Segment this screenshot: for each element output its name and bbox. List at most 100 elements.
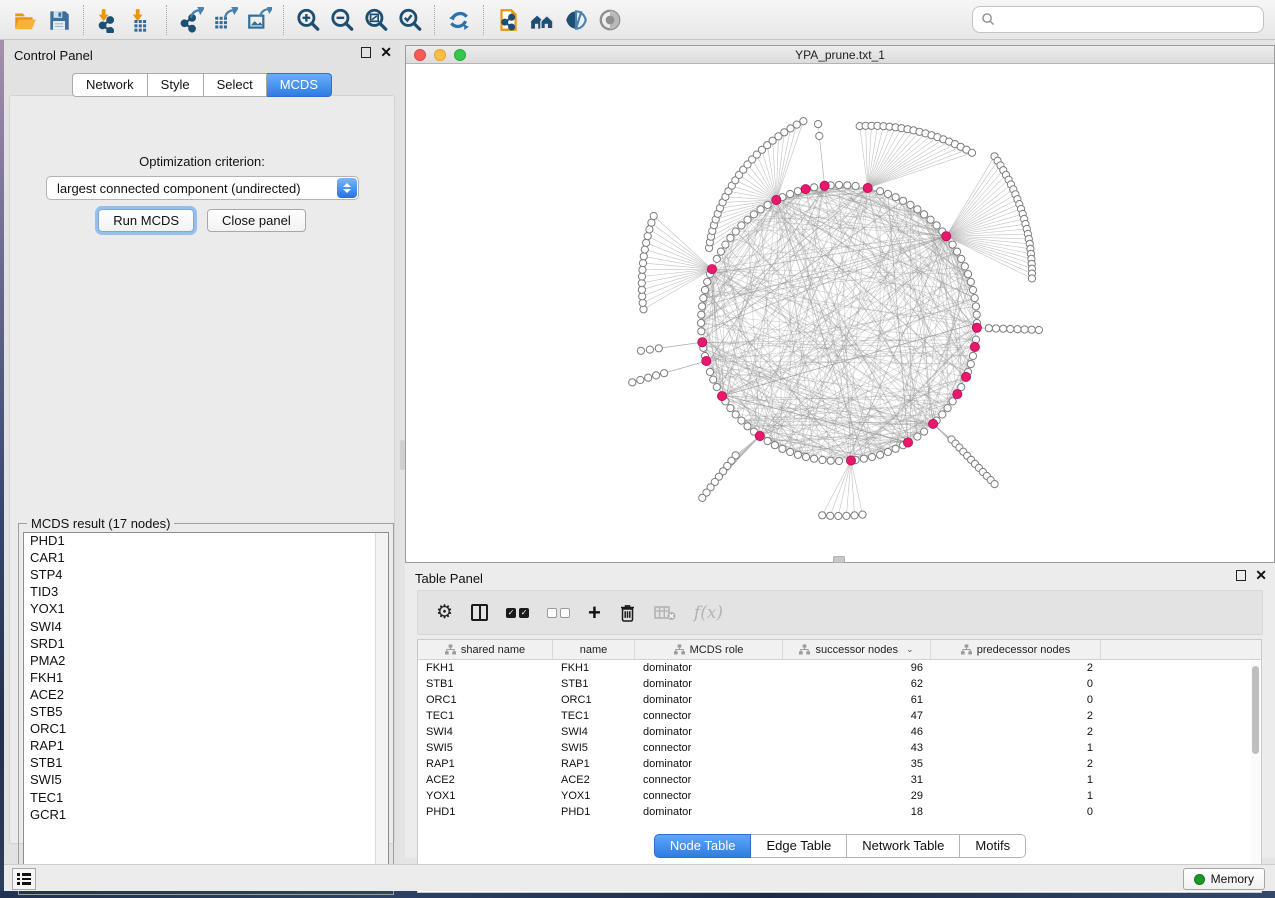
- ring-node[interactable]: [972, 336, 979, 343]
- ring-node[interactable]: [738, 222, 745, 229]
- run-mcds-button[interactable]: Run MCDS: [98, 209, 194, 232]
- satellite-node[interactable]: [835, 512, 842, 519]
- mcds-hub-node[interactable]: [698, 338, 707, 347]
- ring-node[interactable]: [973, 311, 980, 318]
- satellite-node[interactable]: [827, 512, 834, 519]
- satellite-node[interactable]: [985, 325, 992, 332]
- satellite-node[interactable]: [646, 226, 653, 233]
- ring-node[interactable]: [710, 376, 717, 383]
- satellite-node[interactable]: [640, 253, 647, 260]
- ring-node[interactable]: [969, 352, 976, 359]
- table-row[interactable]: STB1STB1dominator620: [418, 676, 1261, 692]
- memory-button[interactable]: Memory: [1183, 868, 1265, 890]
- ring-node[interactable]: [921, 211, 928, 218]
- satellite-node[interactable]: [653, 372, 660, 379]
- ring-node[interactable]: [732, 228, 739, 235]
- mcds-hub-node[interactable]: [970, 342, 979, 351]
- float-table-panel-icon[interactable]: [1236, 570, 1246, 581]
- mcds-result-item[interactable]: PHD1: [24, 533, 388, 550]
- mcds-result-item[interactable]: ORC1: [24, 721, 388, 738]
- satellite-node[interactable]: [992, 325, 999, 332]
- satellite-node[interactable]: [1000, 325, 1007, 332]
- ring-node[interactable]: [884, 190, 891, 197]
- ring-node[interactable]: [939, 411, 946, 418]
- mcds-result-item[interactable]: SWI4: [24, 618, 388, 635]
- satellite-node[interactable]: [699, 494, 706, 501]
- ring-node[interactable]: [701, 286, 708, 293]
- satellite-node[interactable]: [629, 379, 636, 386]
- zoom-selected-icon[interactable]: [393, 4, 427, 36]
- ring-node[interactable]: [764, 201, 771, 208]
- tab-style[interactable]: Style: [148, 73, 204, 97]
- network-window-titlebar[interactable]: YPA_prune.txt_1: [406, 46, 1274, 64]
- ring-node[interactable]: [713, 255, 720, 262]
- satellite-node[interactable]: [1035, 326, 1042, 333]
- satellite-node[interactable]: [815, 121, 822, 128]
- ring-node[interactable]: [713, 384, 720, 391]
- mcds-result-item[interactable]: STP4: [24, 567, 388, 584]
- satellite-node[interactable]: [641, 246, 648, 253]
- ring-node[interactable]: [827, 457, 834, 464]
- select-all-checkboxes-icon[interactable]: ✓✓: [506, 608, 529, 618]
- ring-node[interactable]: [794, 451, 801, 458]
- ring-node[interactable]: [835, 457, 842, 464]
- satellite-node[interactable]: [851, 512, 858, 519]
- mcds-hub-node[interactable]: [717, 392, 726, 401]
- mcds-hub-node[interactable]: [942, 232, 951, 241]
- mcds-hub-node[interactable]: [707, 265, 716, 274]
- satellite-node[interactable]: [637, 376, 644, 383]
- ring-node[interactable]: [727, 405, 734, 412]
- ring-node[interactable]: [860, 455, 867, 462]
- table-scrollbar-thumb[interactable]: [1252, 666, 1259, 754]
- ring-node[interactable]: [744, 423, 751, 430]
- satellite-node[interactable]: [816, 132, 823, 139]
- ring-node[interactable]: [900, 197, 907, 204]
- mcds-result-item[interactable]: TEC1: [24, 789, 388, 806]
- satellite-node[interactable]: [645, 374, 652, 381]
- ring-node[interactable]: [738, 417, 745, 424]
- mcds-hub-node[interactable]: [801, 185, 810, 194]
- mcds-hub-node[interactable]: [929, 419, 938, 428]
- ring-node[interactable]: [819, 456, 826, 463]
- satellite-node[interactable]: [639, 266, 646, 273]
- tab-network[interactable]: Network: [72, 73, 148, 97]
- ring-node[interactable]: [949, 241, 956, 248]
- close-table-panel-icon[interactable]: ✕: [1255, 570, 1267, 581]
- tab-edge-table[interactable]: Edge Table: [751, 834, 847, 858]
- table-row[interactable]: YOX1YOX1connector291: [418, 788, 1261, 804]
- show-columns-icon[interactable]: [471, 604, 488, 621]
- mcds-result-item[interactable]: STB1: [24, 755, 388, 772]
- ring-node[interactable]: [921, 428, 928, 435]
- ring-node[interactable]: [787, 190, 794, 197]
- export-network-icon[interactable]: [174, 4, 208, 36]
- satellite-node[interactable]: [1028, 275, 1035, 282]
- ring-node[interactable]: [868, 453, 875, 460]
- mcds-result-item[interactable]: STB5: [24, 704, 388, 721]
- table-row[interactable]: RAP1RAP1dominator352: [418, 756, 1261, 772]
- ring-node[interactable]: [958, 255, 965, 262]
- satellite-node[interactable]: [859, 511, 866, 518]
- ring-node[interactable]: [967, 361, 974, 368]
- mcds-result-item[interactable]: SRD1: [24, 636, 388, 653]
- mcds-hub-node[interactable]: [702, 356, 711, 365]
- ring-node[interactable]: [811, 455, 818, 462]
- column-header-shared-name[interactable]: shared name: [418, 640, 553, 659]
- satellite-node[interactable]: [650, 212, 657, 219]
- network-overview-icon[interactable]: [525, 4, 559, 36]
- tab-mcds[interactable]: MCDS: [267, 73, 332, 97]
- zoom-out-icon[interactable]: [325, 4, 359, 36]
- mcds-list-scrollbar[interactable]: [375, 533, 388, 889]
- ring-node[interactable]: [914, 433, 921, 440]
- mcds-hub-node[interactable]: [755, 431, 764, 440]
- table-row[interactable]: FKH1FKH1dominator962: [418, 660, 1261, 676]
- satellite-node[interactable]: [1007, 325, 1014, 332]
- ring-node[interactable]: [794, 188, 801, 195]
- zoom-in-icon[interactable]: [291, 4, 325, 36]
- satellite-node[interactable]: [639, 260, 646, 267]
- mcds-result-item[interactable]: PMA2: [24, 653, 388, 670]
- ring-node[interactable]: [757, 206, 764, 213]
- mcds-result-item[interactable]: RAP1: [24, 738, 388, 755]
- ring-node[interactable]: [933, 222, 940, 229]
- ring-node[interactable]: [771, 442, 778, 449]
- mcds-hub-node[interactable]: [820, 181, 829, 190]
